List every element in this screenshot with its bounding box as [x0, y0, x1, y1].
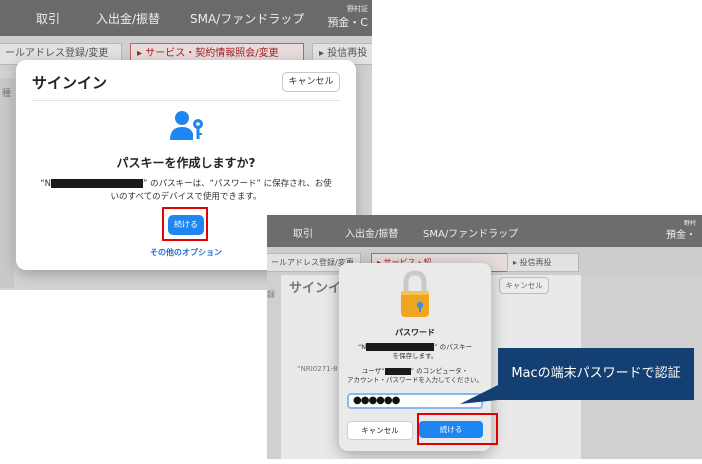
- callout-box: Macの端末パスワードで認証: [498, 348, 694, 400]
